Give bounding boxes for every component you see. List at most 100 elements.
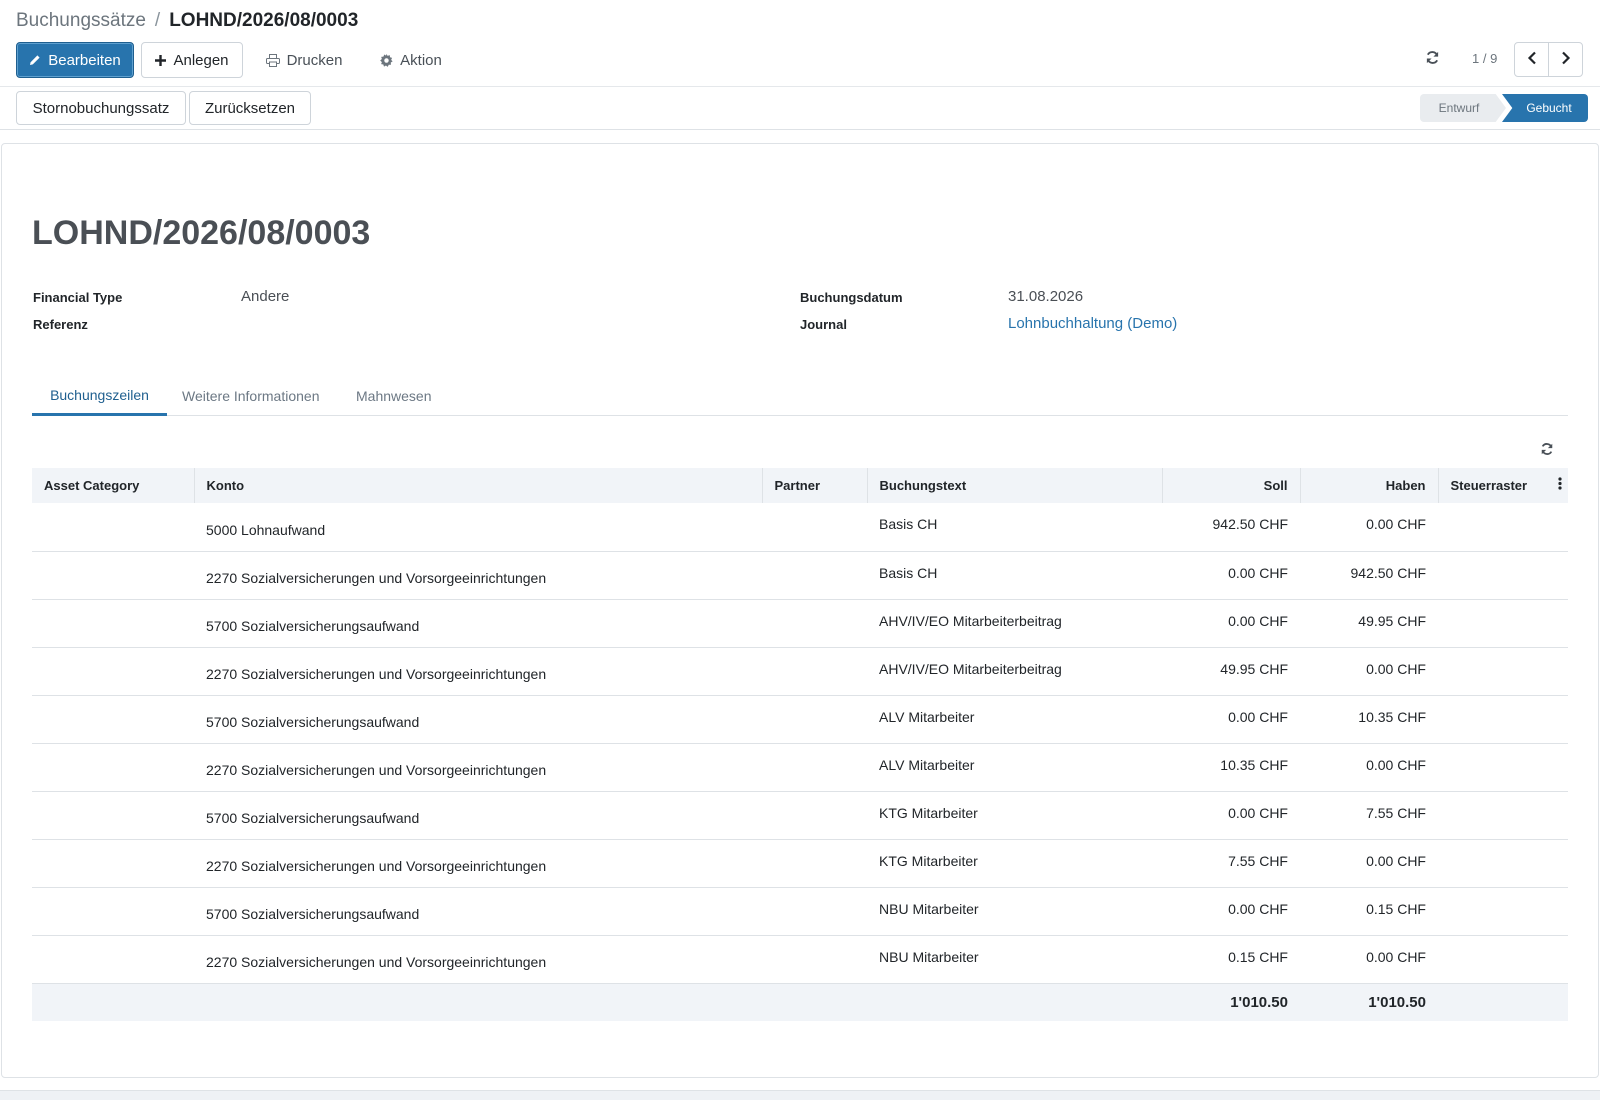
cell-tax-grid [1438, 791, 1568, 840]
chevron-right-icon [1561, 51, 1571, 68]
vertical-dots-icon[interactable] [1558, 477, 1562, 493]
total-credit: 1'010.50 [1300, 983, 1438, 1021]
plus-icon [155, 54, 167, 66]
cell-partner [762, 503, 867, 552]
table-header-row: Asset Category Konto Partner Buchungstex… [32, 468, 1568, 503]
cell-debit: 10.35 CHF [1162, 743, 1300, 792]
posting-date-label: Buchungsdatum [800, 290, 903, 305]
reset-to-draft-button[interactable]: Zurücksetzen [189, 91, 311, 125]
journal-link[interactable]: Lohnbuchhaltung (Demo) [1008, 315, 1177, 332]
action-button-label: Aktion [400, 51, 442, 69]
refresh-lines-icon[interactable] [1540, 442, 1554, 459]
cell-credit: 0.00 CHF [1300, 935, 1438, 984]
edit-button[interactable]: Bearbeiten [16, 42, 134, 78]
financial-type-label: Financial Type [33, 290, 123, 305]
cell-label: AHV/IV/EO Mitarbeiterbeitrag [867, 647, 1162, 696]
column-header-tax-grid-label: Steuerraster [1450, 478, 1528, 493]
breadcrumb: Buchungssätze / LOHND/2026/08/0003 [16, 10, 358, 32]
refresh-icon[interactable] [1425, 50, 1440, 68]
pager-previous-button[interactable] [1514, 42, 1549, 77]
cell-tax-grid [1438, 743, 1568, 792]
cell-partner [762, 743, 867, 792]
table-row[interactable]: 2270 Sozialversicherungen und Vorsorgeei… [32, 839, 1568, 888]
tab-dunning[interactable]: Mahnwesen [356, 376, 432, 416]
column-header-label[interactable]: Buchungstext [867, 468, 1163, 503]
cell-account: 5000 Lohnaufwand [194, 503, 762, 552]
cell-tax-grid [1438, 551, 1568, 600]
column-header-asset-category[interactable]: Asset Category [32, 468, 195, 503]
table-row[interactable]: 2270 Sozialversicherungen und Vorsorgeei… [32, 935, 1568, 984]
cell-debit: 49.95 CHF [1162, 647, 1300, 696]
breadcrumb-parent-link[interactable]: Buchungssätze [16, 10, 146, 32]
cell-account: 5700 Sozialversicherungsaufwand [194, 887, 762, 936]
cell-credit: 0.00 CHF [1300, 647, 1438, 696]
cell-debit: 0.00 CHF [1162, 791, 1300, 840]
cell-credit: 0.15 CHF [1300, 887, 1438, 936]
column-header-partner[interactable]: Partner [762, 468, 868, 503]
cell-partner [762, 599, 867, 648]
control-panel: Buchungssätze / LOHND/2026/08/0003 Bearb… [0, 0, 1600, 130]
cell-credit: 0.00 CHF [1300, 839, 1438, 888]
cell-credit: 10.35 CHF [1300, 695, 1438, 744]
cell-asset-category [32, 599, 194, 648]
table-row[interactable]: 5700 Sozialversicherungsaufwand AHV/IV/E… [32, 599, 1568, 648]
cell-debit: 0.00 CHF [1162, 599, 1300, 648]
cell-tax-grid [1438, 887, 1568, 936]
tab-journal-items[interactable]: Buchungszeilen [32, 376, 167, 416]
cell-debit: 0.15 CHF [1162, 935, 1300, 984]
cell-asset-category [32, 935, 194, 984]
cell-credit: 7.55 CHF [1300, 791, 1438, 840]
reverse-entry-button[interactable]: Stornobuchungssatz [16, 91, 186, 125]
journal-label: Journal [800, 317, 847, 332]
cell-tax-grid [1438, 839, 1568, 888]
record-title: LOHND/2026/08/0003 [32, 214, 371, 252]
column-header-credit[interactable]: Haben [1300, 468, 1439, 503]
cell-credit: 49.95 CHF [1300, 599, 1438, 648]
tab-other-info[interactable]: Weitere Informationen [182, 376, 319, 416]
cell-account: 2270 Sozialversicherungen und Vorsorgeei… [194, 839, 762, 888]
column-header-debit[interactable]: Soll [1162, 468, 1301, 503]
totals-empty-cell [1438, 983, 1568, 1021]
status-bar: Entwurf Gebucht [1420, 94, 1588, 122]
create-button-label: Anlegen [173, 51, 229, 69]
cell-debit: 0.00 CHF [1162, 695, 1300, 744]
cell-account: 2270 Sozialversicherungen und Vorsorgeei… [194, 935, 762, 984]
column-header-account[interactable]: Konto [194, 468, 763, 503]
cell-partner [762, 551, 867, 600]
table-row[interactable]: 2270 Sozialversicherungen und Vorsorgeei… [32, 551, 1568, 600]
print-button[interactable]: Drucken [256, 42, 352, 78]
cell-credit: 0.00 CHF [1300, 503, 1438, 552]
cell-credit: 0.00 CHF [1300, 743, 1438, 792]
stage-posted[interactable]: Gebucht [1502, 94, 1588, 122]
stage-draft[interactable]: Entwurf [1420, 94, 1506, 122]
gear-icon [380, 53, 393, 67]
cell-asset-category [32, 887, 194, 936]
toolbar-divider [0, 86, 1600, 87]
cell-partner [762, 887, 867, 936]
reference-label: Referenz [33, 317, 88, 332]
pager-next-button[interactable] [1548, 42, 1583, 77]
table-row[interactable]: 2270 Sozialversicherungen und Vorsorgeei… [32, 647, 1568, 696]
cell-account: 2270 Sozialversicherungen und Vorsorgeei… [194, 551, 762, 600]
totals-empty-cell [194, 983, 762, 1021]
cell-tax-grid [1438, 599, 1568, 648]
pager-value[interactable]: 1 / 9 [1472, 51, 1497, 66]
table-row[interactable]: 5700 Sozialversicherungsaufwand KTG Mita… [32, 791, 1568, 840]
pencil-icon [29, 54, 41, 66]
table-row[interactable]: 5700 Sozialversicherungsaufwand ALV Mita… [32, 695, 1568, 744]
cell-partner [762, 647, 867, 696]
action-button[interactable]: Aktion [366, 42, 456, 78]
table-row[interactable]: 5700 Sozialversicherungsaufwand NBU Mita… [32, 887, 1568, 936]
table-row[interactable]: 2270 Sozialversicherungen und Vorsorgeei… [32, 743, 1568, 792]
table-row[interactable]: 5000 Lohnaufwand Basis CH 942.50 CHF 0.0… [32, 503, 1568, 552]
create-button[interactable]: Anlegen [141, 42, 243, 78]
column-header-tax-grid[interactable]: Steuerraster [1438, 468, 1568, 503]
cell-debit: 0.00 CHF [1162, 551, 1300, 600]
posting-date-value: 31.08.2026 [1008, 288, 1084, 305]
print-button-label: Drucken [286, 51, 343, 69]
cell-debit: 0.00 CHF [1162, 887, 1300, 936]
cell-tax-grid [1438, 935, 1568, 984]
totals-empty-cell [762, 983, 867, 1021]
cell-account: 5700 Sozialversicherungsaufwand [194, 599, 762, 648]
cell-asset-category [32, 743, 194, 792]
